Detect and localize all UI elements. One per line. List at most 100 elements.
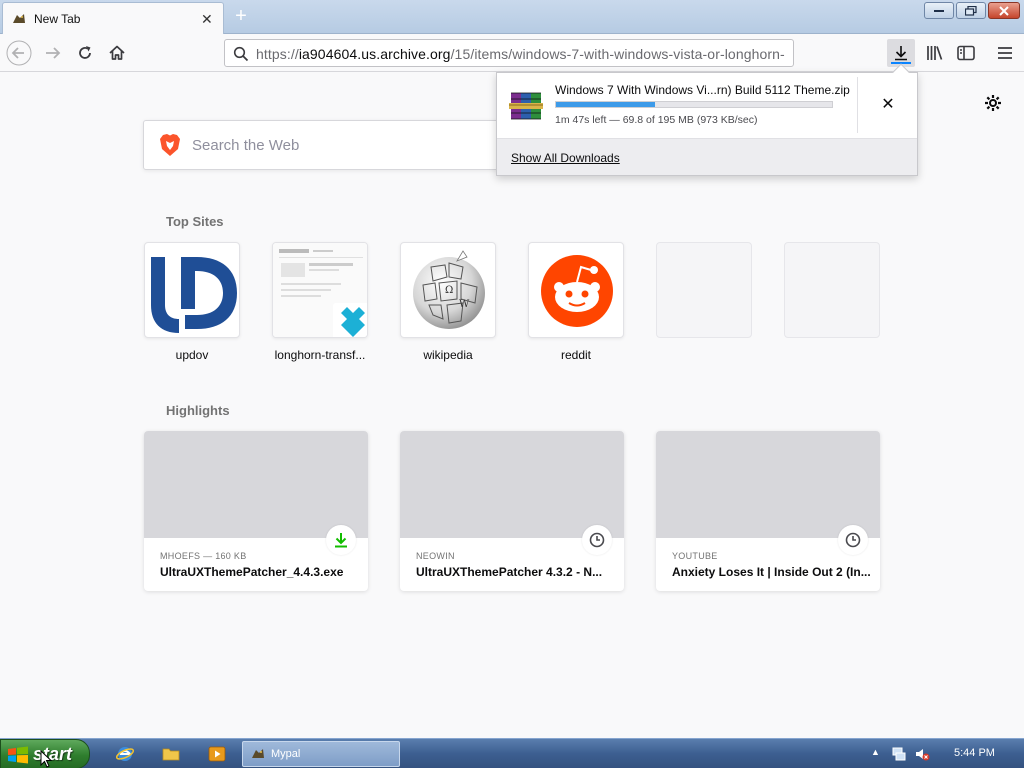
- show-all-downloads-label: Show All Downloads: [511, 151, 620, 165]
- download-icon: [335, 533, 347, 548]
- navigation-toolbar: https://ia904604.us.archive.org/15/items…: [0, 34, 1024, 72]
- volume-muted-icon[interactable]: [914, 746, 930, 762]
- search-placeholder: Search the Web: [192, 137, 300, 154]
- svg-text:W: W: [459, 299, 470, 310]
- taskbar-clock: 5:44 PM: [954, 747, 995, 759]
- taskbar: start Mypal ▲ 5:44 PM: [0, 738, 1024, 768]
- highlight-thumbnail: [400, 431, 624, 538]
- winrar-archive-icon: [509, 92, 543, 120]
- mypal-favicon-icon: [13, 14, 25, 23]
- mouse-cursor-icon: [40, 750, 52, 768]
- empty-site-tile: [784, 242, 880, 338]
- brave-logo-icon: [160, 134, 180, 156]
- updov-logo-icon: [151, 257, 237, 333]
- new-tab-button[interactable]: +: [230, 5, 252, 27]
- highlight-card[interactable]: NEOWIN UltraUXThemePatcher 4.3.2 - N...: [400, 431, 624, 591]
- tray-expand-icon[interactable]: ▲: [871, 747, 880, 757]
- site-thumbnail: Ω W: [400, 242, 496, 338]
- highlight-source: NEOWIN: [416, 551, 455, 561]
- wikipedia-globe-icon: Ω W: [413, 250, 485, 329]
- internet-explorer-icon[interactable]: [116, 745, 134, 763]
- url-prefix: https://: [256, 46, 299, 62]
- back-button[interactable]: [6, 40, 32, 66]
- top-site-longhorn[interactable]: longhorn-transf...: [272, 242, 368, 362]
- windows-flag-icon: [8, 746, 28, 764]
- home-icon: [109, 45, 125, 60]
- search-icon: [233, 46, 249, 62]
- top-sites-heading: Top Sites: [166, 214, 224, 229]
- highlight-title: UltraUXThemePatcher 4.3.2 - N...: [416, 565, 603, 579]
- top-site-wikipedia[interactable]: Ω W wikipedia: [400, 242, 496, 362]
- close-window-button[interactable]: [988, 2, 1020, 19]
- download-arrow-icon: [895, 46, 907, 61]
- forward-arrow-icon: [46, 47, 61, 59]
- taskbar-item-label: Mypal: [271, 748, 301, 760]
- url-host: ia904604.us.archive.org: [298, 46, 451, 62]
- download-progress-fill: [556, 102, 656, 107]
- download-status: 1m 47s left — 69.8 of 195 MB (973 KB/sec…: [555, 114, 758, 126]
- tab-new-tab[interactable]: New Tab ✕: [2, 2, 224, 34]
- highlight-source: YOUTUBE: [672, 551, 718, 561]
- tixati-badge-icon: [333, 303, 367, 337]
- sidebar-button[interactable]: [953, 40, 979, 66]
- show-all-downloads-button[interactable]: Show All Downloads: [497, 138, 917, 175]
- highlight-title: Anxiety Loses It | Inside Out 2 (In...: [672, 565, 871, 579]
- url-text: https://ia904604.us.archive.org/15/items…: [256, 46, 785, 62]
- clock-icon: [589, 532, 605, 548]
- folder-icon[interactable]: [162, 745, 180, 763]
- empty-site-tile: [656, 242, 752, 338]
- back-arrow-icon: [6, 40, 32, 66]
- url-path: /15/items/windows-7-with-windows-vista-o…: [450, 46, 785, 62]
- clock-icon: [845, 532, 861, 548]
- restore-icon: [965, 5, 977, 16]
- sidebar-icon: [957, 45, 975, 61]
- mypal-icon: [252, 749, 264, 758]
- hamburger-menu-icon: [998, 47, 1012, 59]
- reload-button[interactable]: [72, 40, 98, 66]
- title-bar: New Tab ✕ +: [0, 0, 1024, 34]
- divider: [857, 77, 858, 133]
- site-thumbnail: [144, 242, 240, 338]
- site-label: reddit: [560, 348, 592, 362]
- highlight-badge: [326, 525, 356, 555]
- tab-title: New Tab: [34, 12, 81, 26]
- restore-button[interactable]: [956, 2, 986, 19]
- library-button[interactable]: [922, 40, 948, 66]
- taskbar-item-mypal[interactable]: Mypal: [242, 741, 400, 767]
- home-button[interactable]: [104, 40, 130, 66]
- top-site-empty: [784, 242, 880, 338]
- network-icon[interactable]: [891, 746, 907, 762]
- top-site-updov[interactable]: updov: [144, 242, 240, 362]
- gear-icon[interactable]: [984, 94, 1002, 112]
- menu-button[interactable]: [992, 40, 1018, 66]
- svg-text:Ω: Ω: [445, 285, 453, 296]
- highlight-badge: [582, 525, 612, 555]
- tab-close-icon[interactable]: ✕: [201, 11, 213, 27]
- highlight-card[interactable]: MHOEFS — 160 KB UltraUXThemePatcher_4.4.…: [144, 431, 368, 591]
- top-site-reddit[interactable]: reddit: [528, 242, 624, 362]
- start-label: start: [33, 744, 73, 764]
- site-label: longhorn-transf...: [274, 348, 366, 362]
- site-thumbnail: [272, 242, 368, 338]
- highlight-card[interactable]: YOUTUBE Anxiety Loses It | Inside Out 2 …: [656, 431, 880, 591]
- cancel-download-button[interactable]: ✕: [878, 95, 898, 115]
- library-icon: [927, 46, 943, 60]
- highlight-badge: [838, 525, 868, 555]
- site-thumbnail: [528, 242, 624, 338]
- highlight-thumbnail: [656, 431, 880, 538]
- highlight-thumbnail: [144, 431, 368, 538]
- reddit-logo-icon: [541, 255, 613, 327]
- download-filename: Windows 7 With Windows Vi...rn) Build 51…: [555, 83, 850, 97]
- window-controls: [924, 2, 1020, 19]
- download-progress-bar: [555, 101, 833, 108]
- close-icon: [999, 5, 1009, 16]
- top-site-empty: [656, 242, 752, 338]
- minimize-button[interactable]: [924, 2, 954, 19]
- download-item[interactable]: Windows 7 With Windows Vi...rn) Build 51…: [497, 73, 917, 138]
- site-label: updov: [175, 348, 209, 362]
- minimize-icon: [934, 9, 944, 12]
- forward-button[interactable]: [40, 40, 66, 66]
- address-bar[interactable]: https://ia904604.us.archive.org/15/items…: [224, 39, 794, 67]
- media-player-icon[interactable]: [208, 745, 226, 763]
- highlight-title: UltraUXThemePatcher_4.4.3.exe: [160, 565, 344, 579]
